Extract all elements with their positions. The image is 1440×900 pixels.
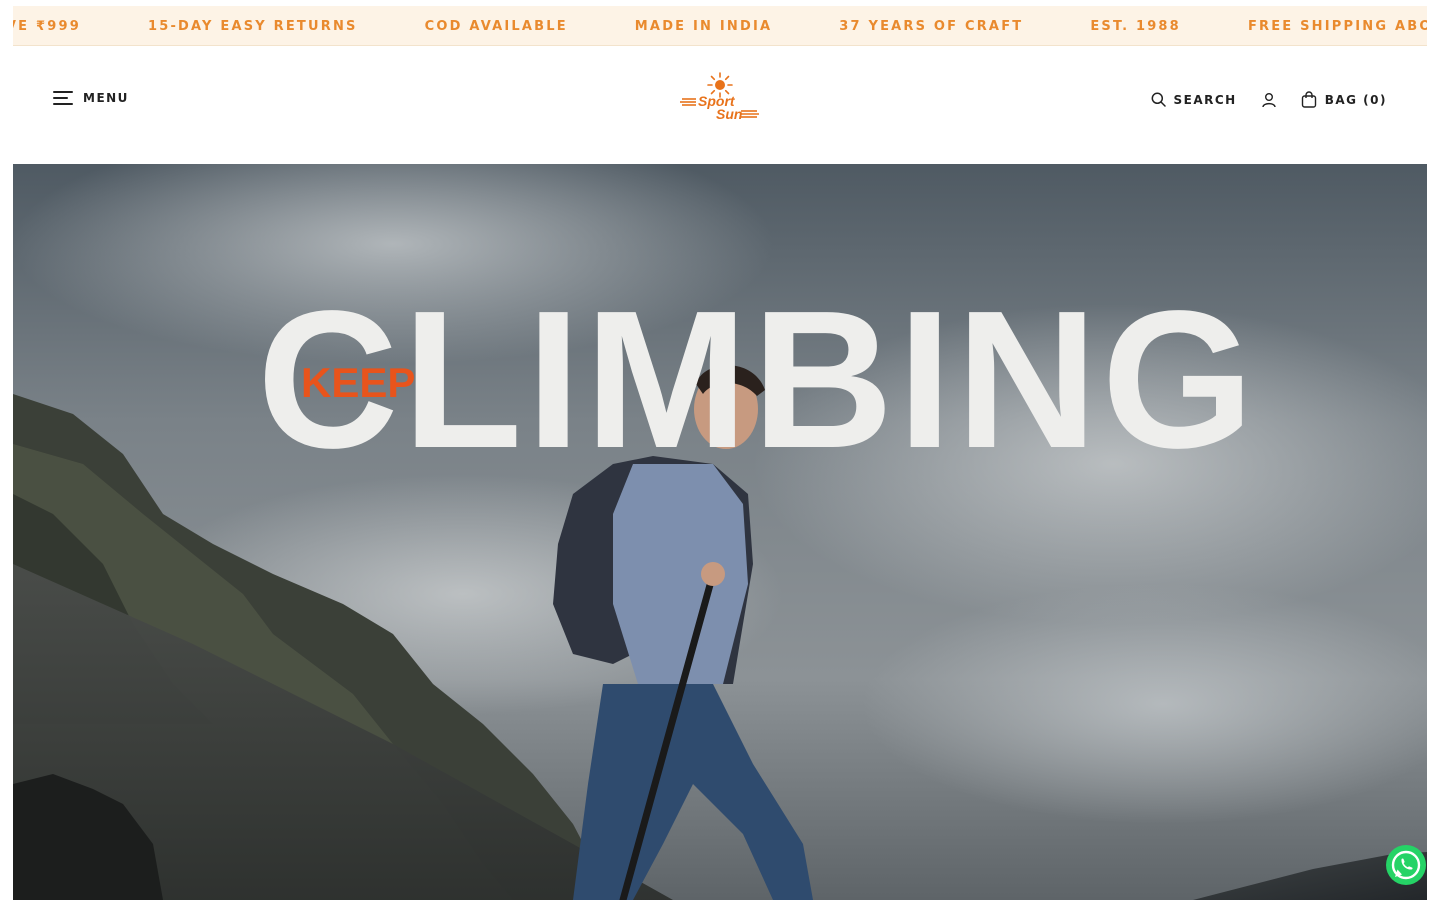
search-button[interactable]: SEARCH bbox=[1151, 92, 1237, 107]
announcement-item: MADE IN INDIA bbox=[634, 18, 773, 34]
whatsapp-chat-button[interactable] bbox=[1385, 844, 1427, 886]
hero-kicker: KEEP bbox=[301, 359, 416, 406]
whatsapp-icon bbox=[1386, 845, 1426, 885]
search-label: SEARCH bbox=[1173, 92, 1237, 107]
header-actions: SEARCH BAG (0) bbox=[1151, 91, 1388, 108]
logo-text-sun: Sun bbox=[716, 106, 742, 122]
hero-banner[interactable]: CLIMBING KEEP bbox=[13, 164, 1427, 900]
shopping-bag-icon bbox=[1301, 91, 1316, 108]
user-icon bbox=[1262, 92, 1276, 107]
bag-button[interactable]: BAG (0) bbox=[1301, 91, 1387, 108]
menu-button[interactable]: MENU bbox=[53, 91, 129, 105]
page: OVE ₹999 15-DAY EASY RETURNS COD AVAILAB… bbox=[0, 0, 1440, 900]
search-icon bbox=[1151, 92, 1166, 107]
sun-logo-icon: Sport Sun bbox=[680, 72, 759, 122]
announcement-item: 15-DAY EASY RETURNS bbox=[147, 18, 358, 34]
account-button[interactable] bbox=[1261, 92, 1277, 108]
menu-label: MENU bbox=[83, 91, 129, 105]
announcement-bar: OVE ₹999 15-DAY EASY RETURNS COD AVAILAB… bbox=[13, 6, 1427, 46]
site-header: MENU Sport Sun SEARCH BAG (0) bbox=[13, 47, 1427, 164]
announcement-track: OVE ₹999 15-DAY EASY RETURNS COD AVAILAB… bbox=[13, 6, 1427, 45]
brand-logo[interactable]: Sport Sun bbox=[678, 71, 762, 127]
announcement-item: 37 YEARS OF CRAFT bbox=[839, 18, 1024, 34]
announcement-item: COD AVAILABLE bbox=[424, 18, 568, 34]
announcement-item: FREE SHIPPING ABOVE ₹999 bbox=[1247, 18, 1427, 34]
hamburger-icon bbox=[53, 91, 73, 105]
announcement-item: EST. 1988 bbox=[1090, 18, 1181, 34]
announcement-item: OVE ₹999 bbox=[13, 18, 81, 34]
bag-label: BAG (0) bbox=[1324, 92, 1387, 107]
